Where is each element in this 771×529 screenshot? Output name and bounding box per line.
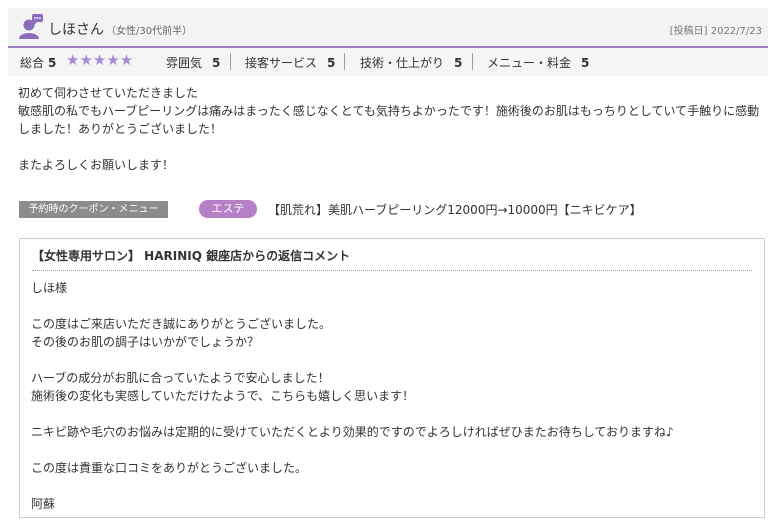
rating-label: メニュー・料金 [487,56,572,70]
coupon-link[interactable]: 【肌荒れ】美肌ハーブピーリング12000円→10000円【ニキビケア】 [268,201,642,218]
rating-label: 技術・仕上がり [360,56,445,70]
rating-divider [472,53,473,70]
rating-bar: 総合 5 ★★★★★ 雰囲気 5 接客サービス 5 技術・仕上がり 5 メニュー・料金 5 [8,48,768,76]
user-avatar-icon [19,14,43,39]
coupon-label: 予約時のクーポン・メニュー [19,201,168,218]
rating-divider [230,53,231,70]
rating-service: 接客サービス 5 [245,54,335,71]
rating-label: 接客サービス [245,56,318,70]
review-header: しほさん （女性/30代前半） [投稿日] 2022/7/23 [8,8,768,48]
rating-value: 5 [327,56,336,70]
overall-rating-value: 5 [48,56,57,70]
reviewer-meta: （女性/30代前半） [106,26,193,37]
category-badge: エステ [199,200,257,218]
overall-rating-label: 総合 [20,56,45,70]
overall-rating: 総合 5 [20,54,56,71]
reply-title: 【女性専用サロン】 HARINIQ 銀座店からの返信コメント [32,247,752,271]
review-body: 初めて伺わさせていただきました 敏感肌の私でもハーブピーリングは痛みはまったく感… [18,86,760,172]
rating-menu-price: メニュー・料金 5 [487,54,589,71]
reply-body: しほ様 この度はご来店いただき誠にありがとうございました。 その後のお肌の調子は… [31,281,674,511]
reviewer-name[interactable]: しほさん [48,19,104,39]
rating-technique: 技術・仕上がり 5 [360,54,462,71]
rating-value: 5 [581,56,590,70]
salon-reply: 【女性専用サロン】 HARINIQ 銀座店からの返信コメント しほ様 この度はご… [19,238,765,518]
rating-value: 5 [212,56,221,70]
rating-atmosphere: 雰囲気 5 [166,54,220,71]
post-date: [投稿日] 2022/7/23 [669,26,762,37]
rating-value: 5 [454,56,463,70]
rating-divider [344,53,345,70]
star-rating-icon: ★★★★★ [66,51,134,69]
rating-label: 雰囲気 [166,56,203,70]
